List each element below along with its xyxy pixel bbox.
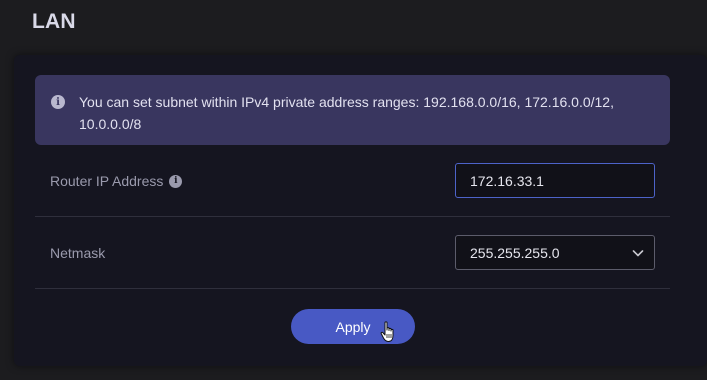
netmask-row: Netmask 255.255.255.0 — [35, 217, 670, 289]
info-banner: i You can set subnet within IPv4 private… — [35, 75, 670, 145]
info-banner-text: You can set subnet within IPv4 private a… — [79, 94, 614, 132]
cursor-hand-icon — [380, 321, 394, 342]
router-ip-row: Router IP Address i — [35, 145, 670, 217]
router-ip-label-group: Router IP Address i — [50, 173, 183, 189]
netmask-selected-value: 255.255.255.0 — [470, 244, 560, 261]
page-title: LAN — [32, 10, 76, 33]
netmask-select[interactable]: 255.255.255.0 — [455, 235, 655, 270]
router-ip-label: Router IP Address — [50, 173, 164, 189]
router-ip-help-icon[interactable]: i — [169, 174, 183, 188]
info-icon: i — [51, 95, 65, 109]
netmask-label: Netmask — [50, 245, 106, 261]
chevron-down-icon — [632, 250, 644, 257]
router-ip-input[interactable] — [455, 163, 655, 198]
lan-settings-card: i You can set subnet within IPv4 private… — [14, 55, 707, 366]
netmask-label-group: Netmask — [50, 245, 105, 261]
